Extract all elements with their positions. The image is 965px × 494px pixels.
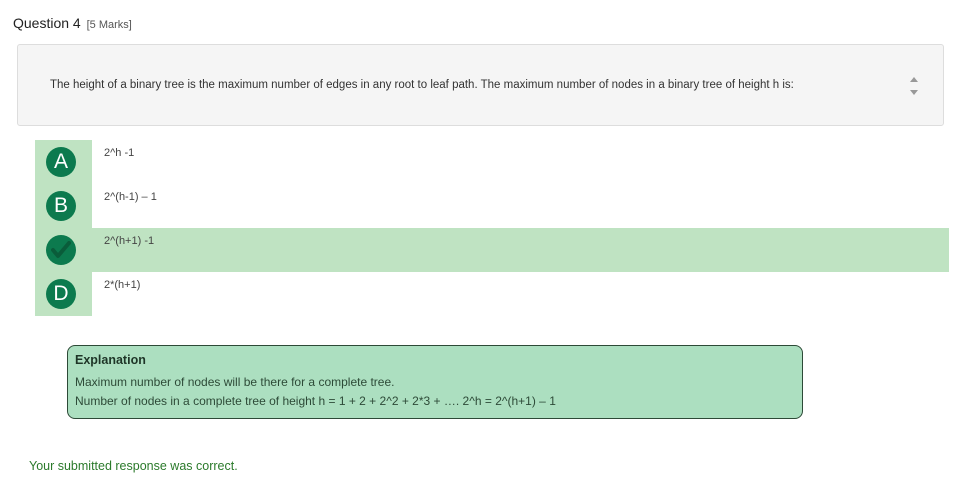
option-a[interactable]: A 2^h -1 [35,140,949,184]
option-b-badge: B [46,191,76,221]
option-d-badge: D [46,279,76,309]
question-number: Question 4 [13,15,81,31]
option-c-text: 2^(h+1) -1 [104,235,155,247]
spinner-down-icon[interactable] [910,90,918,95]
question-marks: [5 Marks] [86,19,132,31]
question-header: Question 4 [5 Marks] [13,15,132,31]
option-b[interactable]: B 2^(h-1) – 1 [35,184,949,228]
explanation-line-2: Number of nodes in a complete tree of he… [75,394,556,408]
question-text: The height of a binary tree is the maxim… [50,79,794,91]
spinner-arrows-icon[interactable] [909,73,919,99]
checkmark-icon [46,235,76,265]
status-message: Your submitted response was correct. [29,459,238,473]
spinner-up-icon[interactable] [910,77,918,82]
question-box: The height of a binary tree is the maxim… [17,44,944,126]
explanation-line-1: Maximum number of nodes will be there fo… [75,375,395,389]
option-a-badge: A [46,147,76,177]
explanation-box: Explanation Maximum number of nodes will… [67,345,803,419]
option-d[interactable]: D 2*(h+1) [35,272,949,316]
option-b-text: 2^(h-1) – 1 [104,191,157,203]
option-c-correct[interactable]: 2^(h+1) -1 [35,228,949,272]
explanation-title: Explanation [75,353,146,367]
option-d-text: 2*(h+1) [104,279,141,291]
option-a-text: 2^h -1 [104,147,135,159]
